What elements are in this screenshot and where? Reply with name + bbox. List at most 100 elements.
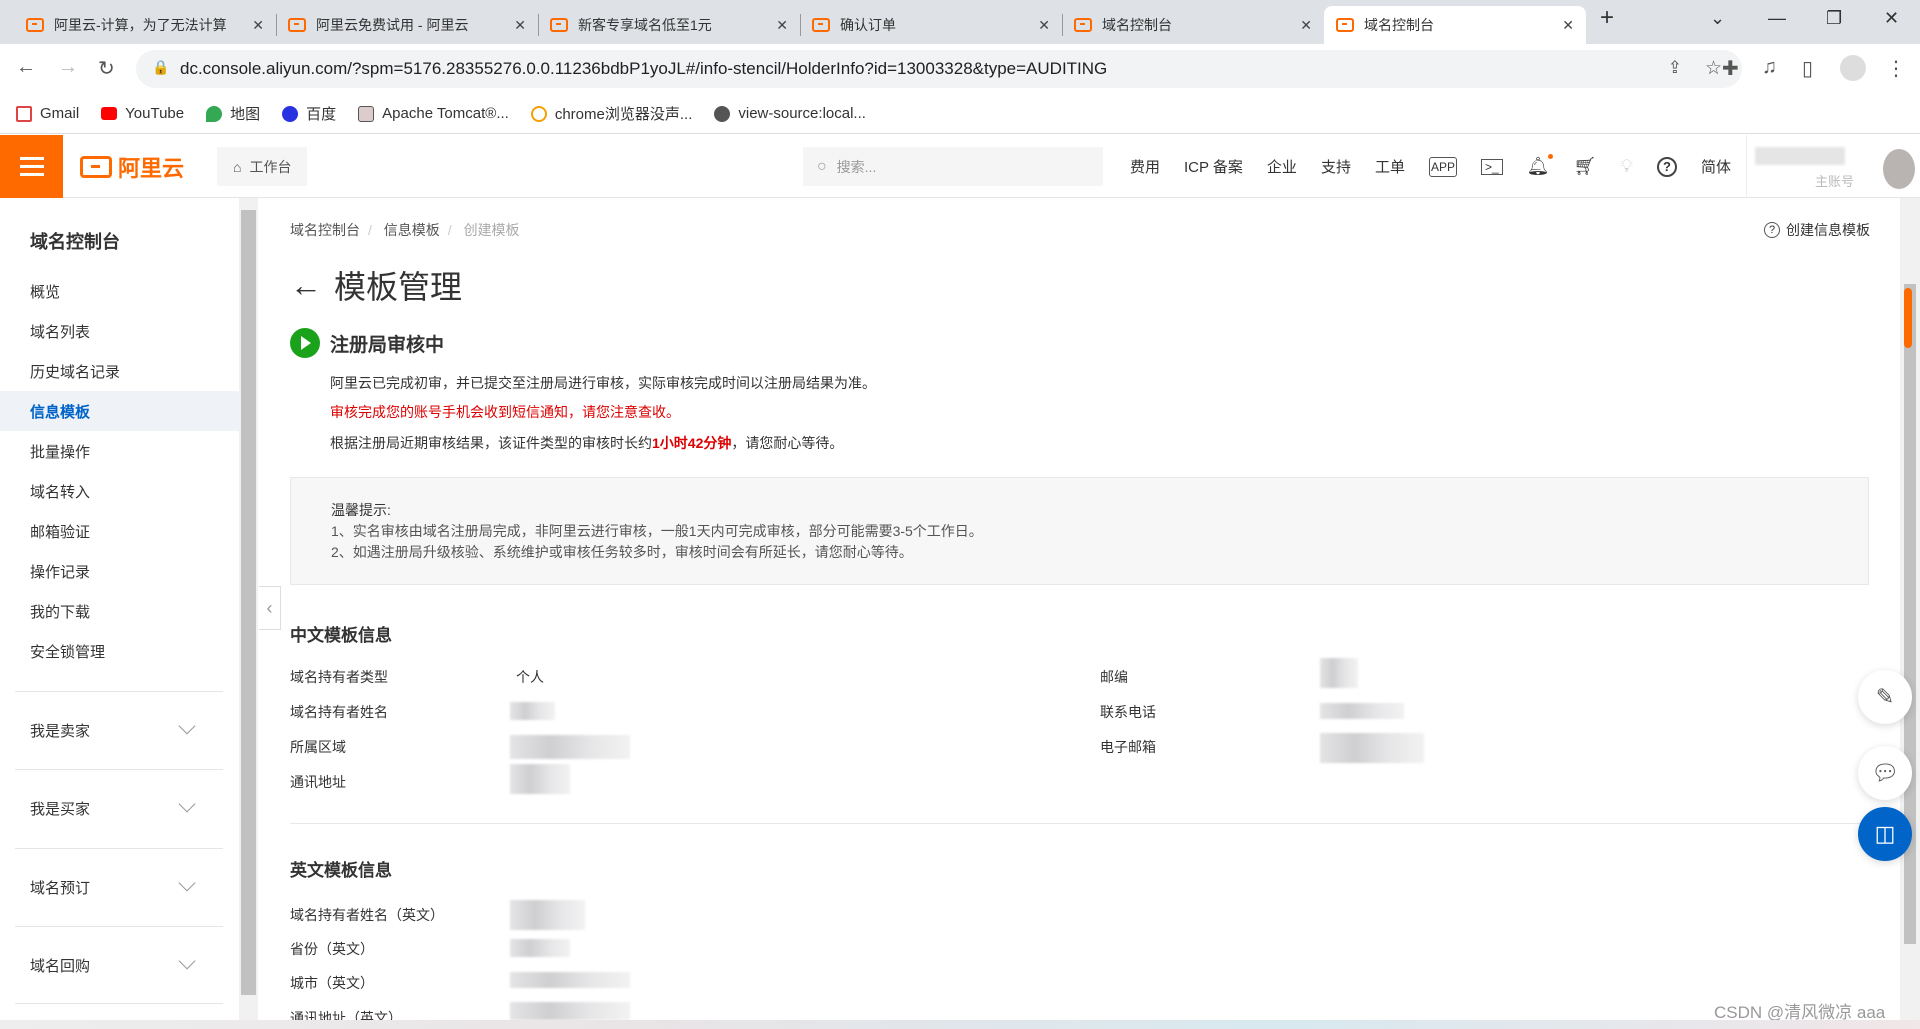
- browser-tab-bar: 阿里云-计算，为了无法计算 ✕ 阿里云免费试用 - 阿里云 ✕ 新客专享域名低至1元…: [0, 0, 1920, 44]
- address-bar[interactable]: 🔒 dc.console.aliyun.com/?spm=5176.283552…: [136, 50, 1742, 88]
- browser-tab-active[interactable]: 域名控制台 ✕: [1324, 6, 1586, 44]
- header-nav: 费用 ICP 备案 企业 支持 工单 APP >_ 🔔︎ 🛒︎ 💡︎ ? 简体: [1130, 135, 1731, 198]
- bookmark-youtube[interactable]: YouTube: [101, 105, 184, 122]
- chat-button[interactable]: 💬︎: [1858, 746, 1912, 800]
- aliyun-favicon-icon: [812, 18, 830, 32]
- workbench-button[interactable]: ⌂ 工作台: [217, 147, 308, 186]
- aliyun-logo[interactable]: 阿里云: [80, 151, 184, 183]
- back-icon[interactable]: ←: [16, 56, 36, 79]
- help-icon[interactable]: ?: [1657, 156, 1677, 177]
- side-panel-icon[interactable]: ▯: [1802, 56, 1813, 81]
- browser-tab[interactable]: 确认订单 ✕: [800, 6, 1062, 44]
- share-icon[interactable]: ⇪: [1668, 58, 1682, 78]
- breadcrumb-domain-console[interactable]: 域名控制台: [290, 222, 360, 238]
- reload-icon[interactable]: ↻: [98, 56, 115, 81]
- sidebar-group-reserve[interactable]: 域名预订: [15, 848, 223, 926]
- sidebar-scrollbar[interactable]: [239, 198, 258, 1020]
- close-tab-icon[interactable]: ✕: [1562, 17, 1574, 34]
- browser-tab[interactable]: 阿里云-计算，为了无法计算 ✕: [14, 6, 276, 44]
- breadcrumb-info-template[interactable]: 信息模板: [384, 222, 440, 238]
- status-heading: 注册局审核中: [290, 328, 444, 358]
- media-icon[interactable]: ♫: [1762, 56, 1777, 79]
- create-template-help-link[interactable]: ? 创建信息模板: [1764, 220, 1870, 240]
- profile-avatar[interactable]: [1840, 55, 1866, 81]
- browser-tab[interactable]: 新客专享域名低至1元 ✕: [538, 6, 800, 44]
- search-input[interactable]: ○ 搜索...: [803, 147, 1103, 186]
- sidebar-item-info-template[interactable]: 信息模板: [0, 391, 239, 431]
- sidebar-item-batch[interactable]: 批量操作: [0, 431, 239, 471]
- bookmark-view-source[interactable]: view-source:local...: [714, 105, 866, 122]
- field-label: 域名持有者姓名（英文）: [290, 907, 444, 923]
- bookmark-gmail[interactable]: Gmail: [16, 105, 79, 122]
- field-label: 省份（英文）: [290, 941, 374, 957]
- new-tab-icon[interactable]: +: [1600, 4, 1614, 32]
- sidebar-item-overview[interactable]: 概览: [0, 271, 239, 311]
- bookmark-chrome-sound[interactable]: chrome浏览器没声...: [530, 103, 692, 124]
- bookmark-maps[interactable]: 地图: [206, 103, 260, 124]
- back-arrow-icon[interactable]: ←: [290, 267, 322, 304]
- nav-support[interactable]: 支持: [1321, 156, 1351, 177]
- notification-bell-icon[interactable]: 🔔︎: [1527, 154, 1553, 177]
- extensions-icon[interactable]: ✚: [1722, 56, 1739, 81]
- browser-tab[interactable]: 阿里云免费试用 - 阿里云 ✕: [276, 6, 538, 44]
- chat-icon: 💬︎: [1871, 760, 1899, 785]
- sidebar-item-transfer-in[interactable]: 域名转入: [0, 471, 239, 511]
- bottom-edge: [0, 1020, 1920, 1029]
- edit-feedback-button[interactable]: ✎: [1858, 670, 1912, 724]
- page-scrollbar[interactable]: [1900, 198, 1920, 1020]
- nav-enterprise[interactable]: 企业: [1267, 156, 1297, 177]
- sidebar-group-seller[interactable]: 我是卖家: [15, 691, 223, 769]
- browser-tab[interactable]: 域名控制台 ✕: [1062, 6, 1324, 44]
- sidebar-group-buyer[interactable]: 我是买家: [15, 769, 223, 847]
- redacted-value: [510, 972, 630, 988]
- en-section-title: 英文模板信息: [290, 861, 392, 880]
- redacted-value: [1320, 733, 1424, 763]
- bookmark-baidu[interactable]: 百度: [282, 103, 336, 124]
- menu-hamburger-icon[interactable]: [0, 135, 63, 198]
- close-tab-icon[interactable]: ✕: [514, 17, 526, 34]
- sidebar-group-buyback[interactable]: 域名回购: [15, 926, 223, 1004]
- chevron-down-icon: [178, 874, 196, 892]
- aliyun-favicon-icon: [550, 18, 568, 32]
- chevron-down-icon: [178, 795, 196, 813]
- close-tab-icon[interactable]: ✕: [1300, 17, 1312, 34]
- field-label: 通讯地址: [290, 774, 346, 790]
- bookmark-star-icon[interactable]: ☆: [1705, 57, 1722, 80]
- sidebar-item-downloads[interactable]: 我的下载: [0, 591, 239, 631]
- sidebar-item-email-verify[interactable]: 邮箱验证: [0, 511, 239, 551]
- nav-icp[interactable]: ICP 备案: [1184, 156, 1243, 177]
- minimize-icon[interactable]: —: [1768, 8, 1786, 29]
- cart-icon[interactable]: 🛒︎: [1574, 156, 1597, 177]
- sidebar-item-domain-list[interactable]: 域名列表: [0, 311, 239, 351]
- language-switch[interactable]: 简体: [1701, 156, 1731, 177]
- collapse-sidebar-button[interactable]: ‹: [259, 586, 281, 630]
- close-tab-icon[interactable]: ✕: [776, 17, 788, 34]
- app-icon[interactable]: APP: [1428, 156, 1457, 177]
- field-label: 城市（英文）: [290, 975, 374, 991]
- terminal-icon[interactable]: >_: [1480, 158, 1503, 175]
- maps-icon: [206, 105, 223, 122]
- account-menu[interactable]: 主账号: [1746, 135, 1920, 198]
- close-window-icon[interactable]: ✕: [1884, 8, 1899, 29]
- maximize-icon[interactable]: ❐: [1826, 8, 1842, 29]
- forward-icon[interactable]: →: [58, 56, 78, 79]
- sidebar-item-operation-log[interactable]: 操作记录: [0, 551, 239, 591]
- breadcrumb: 域名控制台 / 信息模板 / 创建模板: [290, 222, 520, 238]
- lightbulb-icon[interactable]: 💡︎: [1620, 156, 1633, 177]
- tab-search-chevron-icon[interactable]: ⌄: [1710, 8, 1725, 29]
- chevron-down-icon: [178, 952, 196, 970]
- lock-icon: 🔒: [152, 59, 170, 75]
- avatar: [1883, 149, 1915, 189]
- field-label: 邮编: [1100, 669, 1128, 685]
- aliyun-favicon-icon: [1336, 18, 1354, 32]
- nav-ticket[interactable]: 工单: [1375, 156, 1405, 177]
- redacted-value: [1320, 658, 1358, 688]
- menu-kebab-icon[interactable]: ⋮: [1886, 56, 1906, 81]
- apps-button[interactable]: ◫: [1858, 807, 1912, 861]
- nav-fee[interactable]: 费用: [1130, 156, 1160, 177]
- bookmark-tomcat[interactable]: Apache Tomcat®...: [358, 105, 509, 122]
- sidebar-item-history[interactable]: 历史域名记录: [0, 351, 239, 391]
- close-tab-icon[interactable]: ✕: [252, 17, 264, 34]
- sidebar-item-security-lock[interactable]: 安全锁管理: [0, 631, 239, 671]
- close-tab-icon[interactable]: ✕: [1038, 17, 1050, 34]
